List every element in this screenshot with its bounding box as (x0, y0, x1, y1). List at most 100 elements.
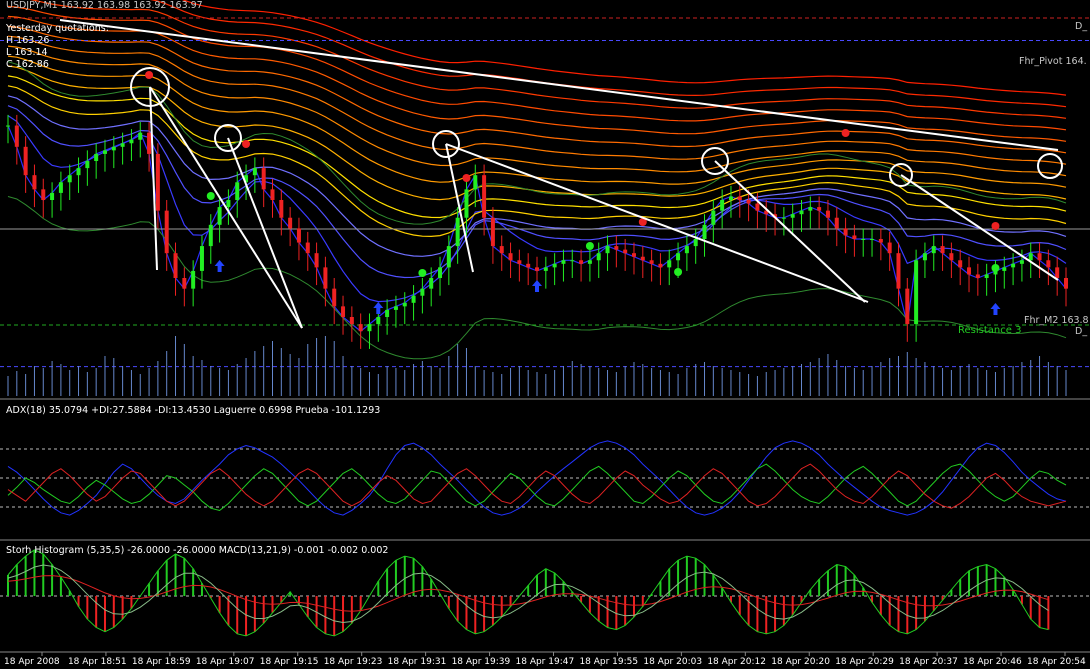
candle-body (958, 260, 963, 268)
candle-body (314, 253, 319, 268)
candle-body (288, 217, 293, 229)
candle-body (1064, 278, 1068, 289)
candle-body (473, 175, 478, 190)
candle-body (235, 182, 240, 200)
candle-body (349, 317, 354, 325)
trend-line (227, 137, 303, 329)
candle-body (138, 132, 143, 140)
candle-body (446, 246, 451, 268)
level-label-d-bottom: D_ (1075, 326, 1087, 337)
candle-body (817, 207, 822, 211)
candle-body (1037, 253, 1042, 261)
candle-body (649, 260, 654, 264)
candle-body (376, 317, 381, 325)
candle-body (825, 210, 830, 218)
candle-body (6, 125, 10, 127)
candle-body (411, 295, 416, 303)
candle-body (508, 253, 513, 261)
candle-body (570, 260, 575, 262)
candle-body (852, 235, 857, 239)
candle-body (1011, 263, 1016, 268)
candle-body (85, 161, 90, 169)
candle-body (111, 146, 116, 151)
level-label-m2: Fhr_M2 163.8 (1024, 315, 1089, 326)
candle-body (711, 210, 716, 225)
time-tick-label: 18 Apr 20:37 (899, 657, 958, 667)
candle-body (790, 214, 795, 218)
candle-body (605, 246, 610, 254)
candle-body (14, 125, 19, 147)
candle-body (120, 143, 125, 147)
yesterday-close: C 162.86 (6, 59, 49, 70)
candle-body (155, 153, 160, 211)
up-arrow-icon (532, 280, 542, 292)
candle-body (949, 253, 954, 261)
ribbon-ma-line (181, 0, 1067, 96)
candle-body (482, 175, 487, 218)
up-arrow-icon (214, 260, 225, 272)
time-tick-label: 18 Apr 18:51 (68, 657, 127, 667)
volume-bars (7, 336, 1067, 396)
candle-body (878, 239, 883, 243)
candle-body (781, 217, 786, 219)
candle-body (226, 200, 231, 208)
candle-body (799, 210, 804, 215)
candle-body (834, 217, 839, 229)
candle-body (41, 189, 46, 200)
candle-body (667, 260, 672, 268)
candle-body (587, 260, 592, 264)
candle-body (561, 260, 566, 264)
up-arrow-icon (373, 302, 384, 314)
trend-line (59, 19, 1059, 151)
candle-body (984, 274, 989, 278)
candle-body (94, 153, 99, 161)
candle-body (455, 217, 460, 247)
candle-body (323, 267, 328, 289)
candle-body (270, 189, 275, 200)
buy-dot-marker (674, 268, 683, 276)
candle-body (129, 139, 134, 144)
candle-body (914, 260, 919, 325)
candle-body (720, 200, 725, 211)
candle-body (23, 146, 28, 176)
candle-body (429, 278, 434, 289)
up-arrow-icon (990, 303, 1001, 315)
adx-series-line (7, 463, 1067, 509)
candle-body (535, 267, 539, 271)
yesterday-title: Yesterday quotations: (5, 23, 109, 34)
yesterday-low: L 163.14 (6, 47, 48, 58)
candle-body (367, 324, 372, 332)
candle-body (543, 267, 548, 271)
time-axis: 18 Apr 2008 18 Apr 18:51 18 Apr 18:59 18 Ap… (4, 652, 1086, 667)
time-tick-label: 18 Apr 20:46 (963, 657, 1022, 667)
candle-body (1019, 260, 1024, 264)
candle-body (182, 278, 187, 289)
candle-body (32, 175, 37, 190)
chart-canvas[interactable]: 18 Apr 2008 18 Apr 18:51 18 Apr 18:59 18 Ap… (0, 0, 1090, 669)
trend-line (149, 86, 303, 329)
candle-body (341, 306, 346, 317)
chart-window[interactable]: 18 Apr 2008 18 Apr 18:51 18 Apr 18:59 18 Ap… (0, 0, 1090, 669)
candle-body (737, 196, 742, 200)
ribbon-ma-line (7, 35, 1067, 165)
time-tick-label: 18 Apr 19:07 (196, 657, 255, 667)
time-tick-label: 18 Apr 20:20 (771, 657, 830, 667)
candle-body (640, 256, 645, 261)
candle-body (464, 189, 469, 218)
candle-body (755, 203, 760, 211)
candle-body (173, 253, 178, 278)
trend-line (714, 160, 866, 303)
envelope-band-line (7, 61, 1067, 225)
time-tick-label: 18 Apr 20:03 (643, 657, 702, 667)
candle-body (905, 288, 910, 325)
candle-body (50, 192, 55, 200)
time-tick-label: 18 Apr 19:55 (579, 657, 638, 667)
candle-body (358, 324, 363, 332)
time-tick-label: 18 Apr 18:59 (132, 657, 191, 667)
adx-lines (0, 440, 1090, 516)
candle-body (596, 253, 601, 261)
sell-dot-marker (242, 140, 251, 148)
candle-body (931, 246, 936, 254)
candle-body (967, 267, 972, 275)
stoch-panel-label: Storh Histogram (5,35,5) -26.0000 -26.00… (6, 545, 388, 556)
